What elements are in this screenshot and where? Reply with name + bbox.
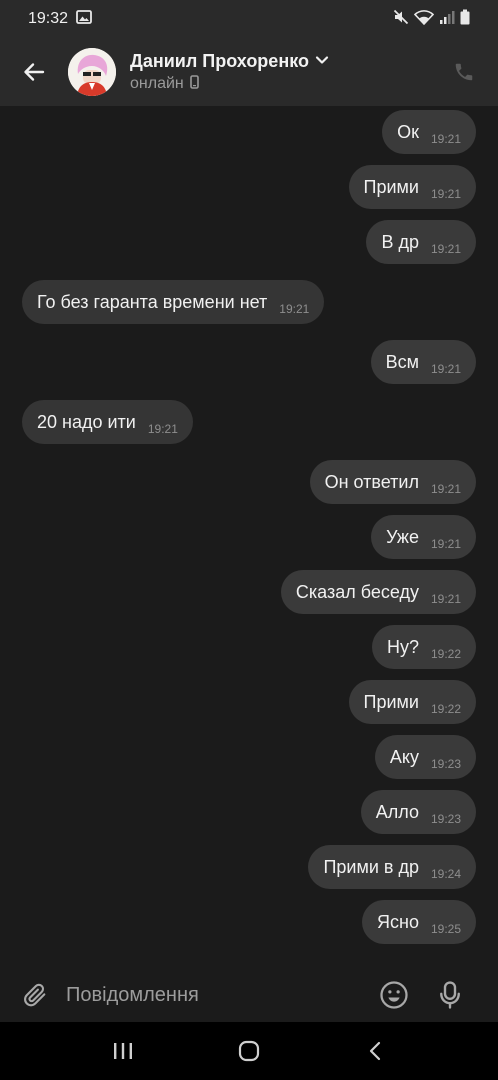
signal-icon <box>439 9 455 30</box>
message-text: Алло <box>375 801 419 822</box>
message-composer <box>0 968 498 1022</box>
message-bubble[interactable]: Ну? 19:22 <box>371 625 476 669</box>
message-text: Он ответил <box>324 471 419 492</box>
contact-name: Даниил Прохоренко <box>130 50 309 71</box>
status-bar: 19:32 <box>0 0 498 38</box>
message-text: Прими <box>363 176 419 197</box>
message-bubble[interactable]: Ок 19:21 <box>382 110 476 154</box>
battery-icon <box>460 9 470 30</box>
message-bubble[interactable]: Алло 19:23 <box>360 790 476 834</box>
message-time: 19:22 <box>430 647 461 661</box>
emoji-icon[interactable] <box>376 977 412 1013</box>
microphone-icon[interactable] <box>432 977 468 1013</box>
back-arrow-icon[interactable] <box>14 52 54 92</box>
status-icons <box>393 9 470 30</box>
message-text: 20 надо ити <box>37 411 136 432</box>
phone-icon[interactable] <box>448 56 480 88</box>
status-time: 19:32 <box>28 10 69 27</box>
message-time: 19:21 <box>430 482 461 496</box>
message-time: 19:21 <box>430 242 461 256</box>
message-text: Аку <box>389 746 419 767</box>
message-time: 19:21 <box>430 592 461 606</box>
message-time: 19:23 <box>430 757 461 771</box>
message-text: Сказал беседу <box>295 581 419 602</box>
chevron-down-icon[interactable] <box>315 52 329 70</box>
system-navigation-bar <box>0 1022 498 1080</box>
contact-info[interactable]: Даниил Прохоренко онлайн <box>130 51 329 94</box>
message-text: Ясно <box>377 911 419 932</box>
mute-icon <box>393 9 409 30</box>
online-status: онлайн <box>130 74 329 94</box>
message-bubble[interactable]: В др 19:21 <box>366 220 476 264</box>
recent-apps-icon[interactable] <box>98 1031 148 1071</box>
message-bubble[interactable]: Всм 19:21 <box>370 340 476 384</box>
message-text: Ок <box>397 121 419 142</box>
message-time: 19:22 <box>430 702 461 716</box>
message-time: 19:23 <box>430 812 461 826</box>
message-time: 19:21 <box>430 132 461 146</box>
message-time: 19:21 <box>430 362 461 376</box>
message-time: 19:21 <box>147 422 178 436</box>
back-icon[interactable] <box>350 1031 400 1071</box>
message-bubble[interactable]: Ясно 19:25 <box>362 900 476 944</box>
status-text: онлайн <box>130 75 184 92</box>
message-list: Ок 19:21 Прими 19:21 В др 19:21 Го без г… <box>0 106 498 968</box>
message-bubble[interactable]: Он ответил 19:21 <box>309 460 476 504</box>
message-text: Прими в др <box>323 856 419 877</box>
message-bubble-incoming[interactable]: 20 надо ити 19:21 <box>22 400 193 444</box>
message-text: В др <box>381 231 419 252</box>
message-bubble[interactable]: Сказал беседу 19:21 <box>280 570 476 614</box>
message-time: 19:21 <box>430 187 461 201</box>
home-icon[interactable] <box>224 1031 274 1071</box>
mobile-device-icon <box>189 74 199 94</box>
message-bubble-incoming[interactable]: Го без гаранта времени нет 19:21 <box>22 280 325 324</box>
contact-name-row[interactable]: Даниил Прохоренко <box>130 51 329 72</box>
message-text: Прими <box>363 691 419 712</box>
message-bubble[interactable]: Уже 19:21 <box>371 515 476 559</box>
message-time: 19:21 <box>430 537 461 551</box>
message-text: Го без гаранта времени нет <box>37 291 268 312</box>
message-bubble[interactable]: Прими 19:21 <box>348 165 476 209</box>
chat-header: Даниил Прохоренко онлайн <box>0 38 498 106</box>
message-text: Ну? <box>386 636 419 657</box>
message-time: 19:21 <box>279 302 310 316</box>
message-text: Всм <box>385 351 419 372</box>
paperclip-icon[interactable] <box>18 978 52 1012</box>
message-input[interactable] <box>66 975 366 1015</box>
message-time: 19:25 <box>430 922 461 936</box>
message-text: Уже <box>386 526 419 547</box>
image-icon <box>76 9 92 29</box>
message-bubble[interactable]: Прими в др 19:24 <box>308 845 476 889</box>
chat-screen: 19:32 Даниил Прохоренко онлайн Ок 19:21 … <box>0 0 498 1080</box>
message-time: 19:24 <box>430 867 461 881</box>
avatar[interactable] <box>68 48 116 96</box>
message-bubble[interactable]: Аку 19:23 <box>374 735 476 779</box>
wifi-icon <box>413 9 435 30</box>
message-bubble[interactable]: Прими 19:22 <box>348 680 476 724</box>
